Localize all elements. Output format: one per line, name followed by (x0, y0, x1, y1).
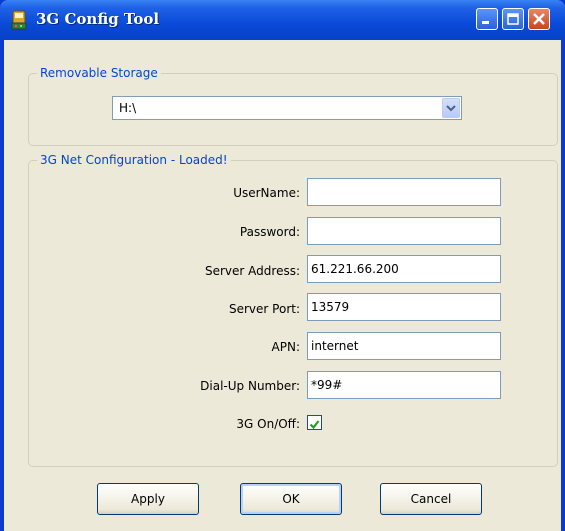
chevron-down-icon (446, 105, 456, 112)
minimize-icon (482, 21, 489, 24)
apply-button[interactable]: Apply (97, 483, 199, 515)
checkmark-icon (309, 420, 320, 430)
close-button[interactable] (528, 8, 550, 30)
dialup-number-field[interactable] (307, 371, 501, 399)
dialog-client-area: Removable Storage H:\ 3G Net Configurati… (4, 40, 561, 531)
username-field[interactable] (307, 178, 501, 206)
password-field[interactable] (307, 217, 501, 245)
net-config-legend: 3G Net Configuration - Loaded! (37, 152, 231, 168)
cancel-button[interactable]: Cancel (380, 483, 482, 515)
drive-select[interactable]: H:\ (112, 96, 462, 120)
password-label: Password: (239, 225, 300, 239)
dialup-number-label: Dial-Up Number: (200, 379, 300, 393)
title-bar[interactable]: 3G Config Tool (0, 0, 565, 40)
maximize-button[interactable] (502, 8, 524, 30)
username-label: UserName: (233, 186, 300, 200)
ok-button[interactable]: OK (240, 483, 342, 515)
window-title: 3G Config Tool (36, 10, 160, 28)
app-icon (11, 10, 27, 30)
apn-label: APN: (271, 340, 300, 354)
apn-field[interactable] (307, 332, 501, 360)
drive-select-dropdown-button[interactable] (442, 98, 460, 118)
dialog-window: 3G Config Tool Removable Storage H:\ 3G … (0, 0, 565, 531)
close-icon (533, 13, 545, 25)
server-port-field[interactable] (307, 293, 501, 321)
drive-select-value: H:\ (119, 101, 137, 115)
3g-toggle-label: 3G On/Off: (236, 417, 300, 431)
3g-toggle-checkbox[interactable] (307, 415, 322, 430)
minimize-button[interactable] (476, 8, 498, 30)
server-address-field[interactable] (307, 255, 501, 283)
server-address-label: Server Address: (205, 264, 300, 278)
server-port-label: Server Port: (229, 302, 300, 316)
maximize-icon (507, 13, 519, 25)
removable-storage-legend: Removable Storage (37, 65, 161, 81)
